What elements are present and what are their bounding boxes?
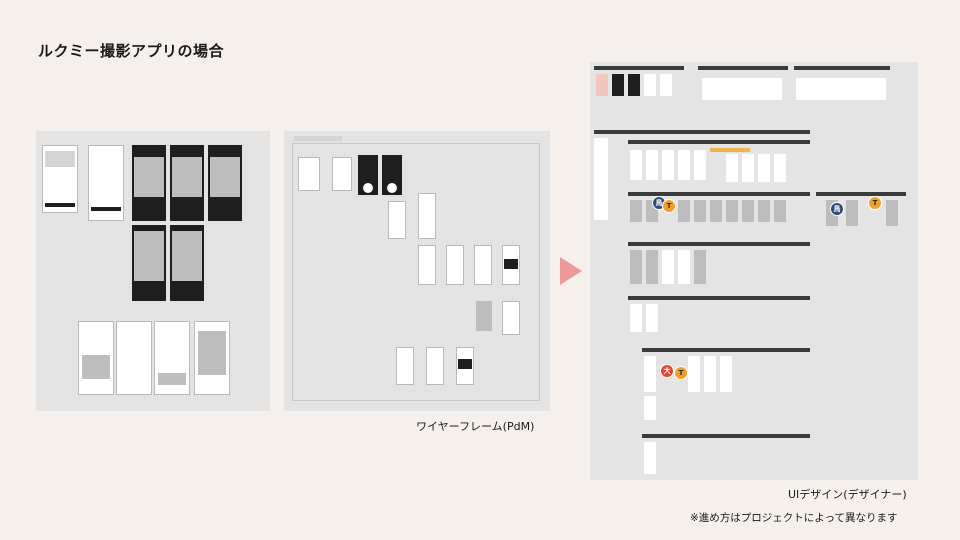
- screen-thumb: [678, 250, 690, 284]
- wire-screen: [332, 157, 352, 191]
- flow-arrow: [560, 257, 582, 285]
- photo-thumb: [846, 200, 858, 226]
- screen-thumb: [720, 356, 732, 392]
- camera-preview: [134, 157, 164, 197]
- photo-thumb: [710, 200, 722, 222]
- photo-grid: [82, 355, 110, 379]
- wire-screen: [298, 157, 320, 191]
- section-header: [642, 434, 810, 438]
- photo-thumb: [630, 250, 642, 284]
- screen-thumb: [628, 74, 640, 96]
- wire-screen: [418, 193, 436, 239]
- screen-thumb: [644, 356, 656, 392]
- screen-thumb: [612, 74, 624, 96]
- photo-thumb: [630, 200, 642, 222]
- screen-thumb: [644, 442, 656, 474]
- camera-preview: [172, 231, 202, 281]
- photo-thumb: [678, 200, 690, 222]
- avatar: 大: [660, 364, 674, 378]
- screen-thumb: [694, 150, 706, 180]
- screen-thumb: [758, 154, 770, 182]
- page-title: ルクミー撮影アプリの場合: [38, 42, 225, 60]
- screen-thumb: [742, 154, 754, 182]
- screen-thumb: [646, 304, 658, 332]
- ui-design-caption: UIデザイン(デザイナー): [788, 488, 907, 501]
- wire-block: [476, 301, 492, 331]
- photo-thumb: [886, 200, 898, 226]
- component-set: [796, 78, 886, 100]
- screen-thumb: [662, 250, 674, 284]
- photo-thumb: [758, 200, 770, 222]
- wire-screen: [388, 201, 406, 239]
- wire-screen: [426, 347, 444, 385]
- section-header: [594, 66, 684, 70]
- frame-label: [294, 136, 342, 141]
- camera-preview: [134, 231, 164, 281]
- wire-screen: [418, 245, 436, 285]
- screen-thumb: [688, 356, 700, 392]
- photo-grid: [158, 373, 186, 385]
- shutter-icon: [387, 183, 397, 193]
- screen-thumb: [662, 150, 674, 180]
- wire-screen: [474, 245, 492, 285]
- screen-button: [91, 207, 121, 211]
- wire-screen: [502, 301, 520, 335]
- photo-thumb: [726, 200, 738, 222]
- screen-thumb: [660, 74, 672, 96]
- photo-thumb: [694, 200, 706, 222]
- wire-screen: [446, 245, 464, 285]
- component-set: [702, 78, 782, 100]
- camera-preview: [210, 157, 240, 197]
- screen-thumb: [704, 356, 716, 392]
- avatar: T: [674, 366, 688, 380]
- highlight-bar: [710, 148, 750, 152]
- wire-block: [504, 259, 518, 269]
- avatar: T: [868, 196, 882, 210]
- section-header: [794, 66, 890, 70]
- screen-thumb: [644, 396, 656, 420]
- screen-thumb: [596, 74, 608, 96]
- photo-thumb: [774, 200, 786, 222]
- wireframe-board: [284, 131, 550, 411]
- wire-block: [458, 359, 472, 369]
- screen-thumb: [726, 154, 738, 182]
- section-header: [628, 296, 810, 300]
- camera-preview: [198, 331, 226, 375]
- section-header: [698, 66, 788, 70]
- screen-thumb: [630, 150, 642, 180]
- ui-design-board: 鳥 T 鳥 T 大 T: [590, 62, 918, 480]
- section-header: [816, 192, 906, 196]
- screen-thumb: [646, 150, 658, 180]
- wireframe-caption: ワイヤーフレーム(PdM): [416, 420, 535, 433]
- screen-thumb: [630, 304, 642, 332]
- section-header: [642, 348, 810, 352]
- shutter-icon: [363, 183, 373, 193]
- process-note: ※進め方はプロジェクトによって異なります: [690, 512, 898, 524]
- section-header: [594, 130, 810, 134]
- sketch-board: [36, 131, 270, 411]
- section-header: [628, 242, 810, 246]
- section-header: [628, 192, 810, 196]
- photo-thumb: [694, 250, 706, 284]
- screen-thumb: [116, 321, 152, 395]
- screen-thumb: [774, 154, 786, 182]
- wire-screen: [396, 347, 414, 385]
- section-header: [628, 140, 810, 144]
- screen-button: [45, 203, 75, 207]
- screen-thumb: [678, 150, 690, 180]
- screen-thumb: [644, 74, 656, 96]
- screen-header: [45, 151, 75, 167]
- screen-thumb: [594, 138, 608, 220]
- avatar: T: [662, 199, 676, 213]
- camera-preview: [172, 157, 202, 197]
- photo-thumb: [742, 200, 754, 222]
- photo-thumb: [646, 250, 658, 284]
- avatar: 鳥: [830, 202, 844, 216]
